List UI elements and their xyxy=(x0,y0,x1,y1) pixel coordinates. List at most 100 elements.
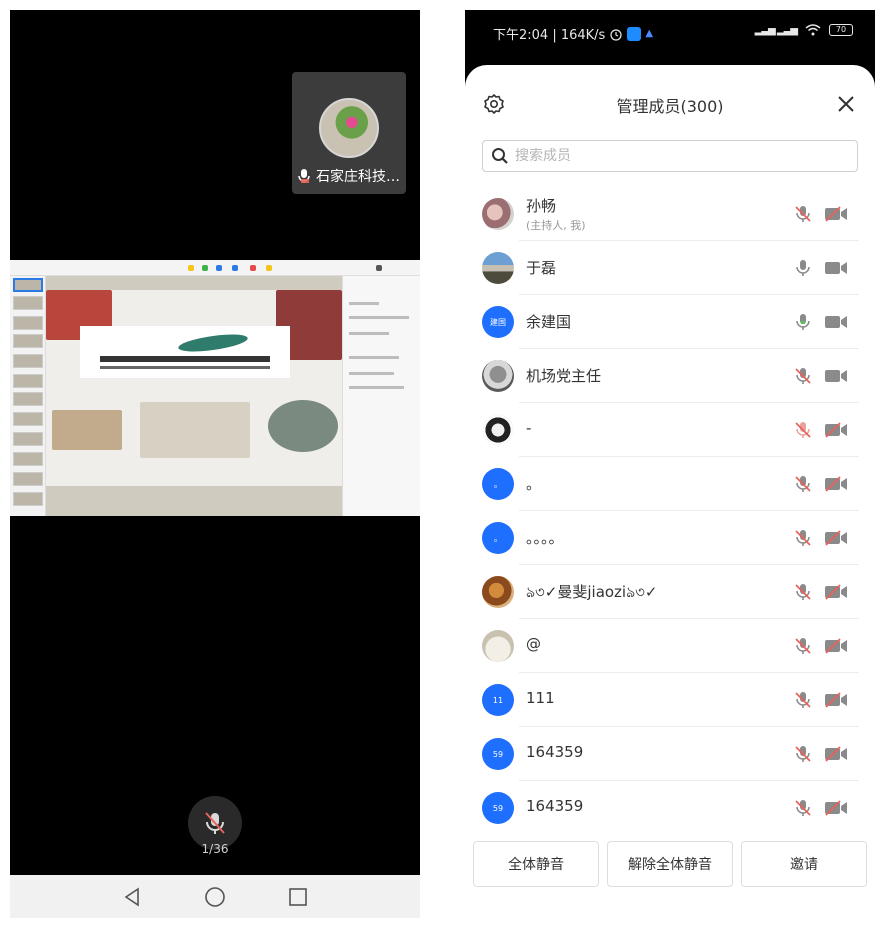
member-row[interactable]: 59 164359 xyxy=(465,727,875,781)
avatar xyxy=(482,630,514,662)
signal-icon: ▂▃▅ ▂▃▅ xyxy=(754,24,798,36)
panel-title: 管理成员(300) xyxy=(616,97,724,116)
member-row[interactable]: 59 164359 xyxy=(465,781,875,827)
camera-off-icon[interactable] xyxy=(823,637,849,655)
avatar xyxy=(482,198,514,230)
wifi-icon xyxy=(805,24,821,36)
member-row[interactable]: 机场党主任 xyxy=(465,349,875,403)
camera-off-icon[interactable] xyxy=(823,205,849,223)
alarm-icon xyxy=(610,28,622,41)
status-time-speed: 下午2:04 | 164K/s xyxy=(493,28,606,43)
format-panel xyxy=(342,276,420,516)
member-name: ঌ৩✓曼斐jiaoziঌ৩✓ xyxy=(526,583,658,601)
member-name: 111 xyxy=(526,689,555,707)
search-box[interactable] xyxy=(482,140,858,172)
camera-off-icon[interactable] xyxy=(823,529,849,547)
camera-off-icon[interactable] xyxy=(823,745,849,763)
speaker-name-row: 石家庄科技… xyxy=(296,164,402,188)
avatar: 59 xyxy=(482,792,514,824)
camera-icon[interactable] xyxy=(823,259,849,277)
avatar xyxy=(482,252,514,284)
members-sheet: 管理成员(300) 孙畅 xyxy=(465,65,875,918)
android-navigation-bar xyxy=(10,875,420,918)
avatar: 59 xyxy=(482,738,514,770)
mic-muted-icon[interactable] xyxy=(793,474,813,494)
mic-muted-icon[interactable] xyxy=(793,204,813,224)
close-icon[interactable] xyxy=(833,91,859,117)
member-row[interactable]: ঌ৩✓曼斐jiaoziঌ৩✓ xyxy=(465,565,875,619)
mic-muted-icon[interactable] xyxy=(793,690,813,710)
member-role: (主持人, 我) xyxy=(526,219,586,232)
member-name: 。 xyxy=(526,475,542,493)
mic-muted-icon[interactable] xyxy=(793,366,813,386)
member-row[interactable]: 于磊 xyxy=(465,241,875,295)
mic-muted-icon[interactable] xyxy=(793,582,813,602)
search-input[interactable] xyxy=(515,142,857,170)
app-notification-icon-2: ▲ xyxy=(645,27,654,39)
member-row[interactable]: 。 。。。。 xyxy=(465,511,875,565)
invite-button[interactable]: 邀请 xyxy=(741,841,867,887)
mic-icon[interactable] xyxy=(793,258,813,278)
mic-muted-icon[interactable] xyxy=(793,420,813,440)
shared-toolbar xyxy=(10,260,420,276)
member-name: @ xyxy=(526,635,541,653)
flower-photo-avatar xyxy=(319,98,379,158)
slide-canvas xyxy=(46,276,342,516)
mic-icon[interactable] xyxy=(793,312,813,332)
camera-icon[interactable] xyxy=(823,313,849,331)
member-row[interactable]: 建国 余建国 xyxy=(465,295,875,349)
slide-thumbnails xyxy=(10,276,46,516)
camera-off-icon[interactable] xyxy=(823,799,849,817)
status-bar: 下午2:04 | 164K/s ▲ ▂▃▅ ▂▃▅ 70 xyxy=(465,10,875,58)
shared-screen[interactable] xyxy=(10,260,420,516)
member-list: 孙畅 (主持人, 我) 于磊 建国 余建国 机场党主任 - 。 。 。 。。。。… xyxy=(465,187,875,827)
member-name: 余建国 xyxy=(526,313,572,331)
circle-home-icon[interactable] xyxy=(200,882,230,912)
avatar: 11 xyxy=(482,684,514,716)
mute-all-button[interactable]: 全体静音 xyxy=(473,841,599,887)
member-row[interactable]: @ xyxy=(465,619,875,673)
member-row[interactable]: 11 111 xyxy=(465,673,875,727)
battery-icon: 70 xyxy=(829,24,853,36)
avatar xyxy=(482,414,514,446)
page-indicator: 1/36 xyxy=(201,842,229,856)
avatar xyxy=(482,576,514,608)
camera-off-icon[interactable] xyxy=(823,691,849,709)
speaker-video-tile[interactable]: 石家庄科技… xyxy=(292,72,406,194)
action-bar: 全体静音 解除全体静音 邀请 xyxy=(465,841,875,887)
member-name: 机场党主任 xyxy=(526,367,602,385)
avatar: 。 xyxy=(482,522,514,554)
member-name: 164359 xyxy=(526,743,584,761)
speaker-name: 石家庄科技… xyxy=(316,169,400,185)
meeting-view: 石家庄科技… 1/36 xyxy=(10,10,420,918)
mic-muted-icon[interactable] xyxy=(793,636,813,656)
app-notification-icon xyxy=(627,26,642,41)
member-name: 于磊 xyxy=(526,259,557,277)
slide xyxy=(46,290,342,486)
avatar: 。 xyxy=(482,468,514,500)
screenshot-root: 石家庄科技… 1/36 下午2:04 | 164K/s ▲ ▂▃▅ ▂▃▅ 70… xyxy=(0,0,886,935)
slide-banner xyxy=(80,326,290,378)
member-management-screen: 下午2:04 | 164K/s ▲ ▂▃▅ ▂▃▅ 70 管理成员(300) 搜… xyxy=(465,10,875,918)
member-row[interactable]: - xyxy=(465,403,875,457)
member-row[interactable]: 孙畅 (主持人, 我) xyxy=(465,187,875,241)
mic-muted-icon xyxy=(205,812,225,834)
mic-muted-icon[interactable] xyxy=(793,798,813,818)
member-name: 孙畅 xyxy=(526,197,557,215)
avatar: 建国 xyxy=(482,306,514,338)
member-row[interactable]: 。 。 xyxy=(465,457,875,511)
member-name: - xyxy=(526,419,532,437)
camera-icon[interactable] xyxy=(823,367,849,385)
member-name: 。。。。 xyxy=(526,529,564,547)
search-icon xyxy=(492,148,508,164)
mic-speaking-icon xyxy=(298,169,310,183)
triangle-back-icon[interactable] xyxy=(117,882,147,912)
square-recents-icon[interactable] xyxy=(283,882,313,912)
unmute-all-button[interactable]: 解除全体静音 xyxy=(607,841,733,887)
camera-off-icon[interactable] xyxy=(823,421,849,439)
member-name: 164359 xyxy=(526,797,584,815)
mic-muted-icon[interactable] xyxy=(793,744,813,764)
camera-off-icon[interactable] xyxy=(823,583,849,601)
mic-muted-icon[interactable] xyxy=(793,528,813,548)
camera-off-icon[interactable] xyxy=(823,475,849,493)
